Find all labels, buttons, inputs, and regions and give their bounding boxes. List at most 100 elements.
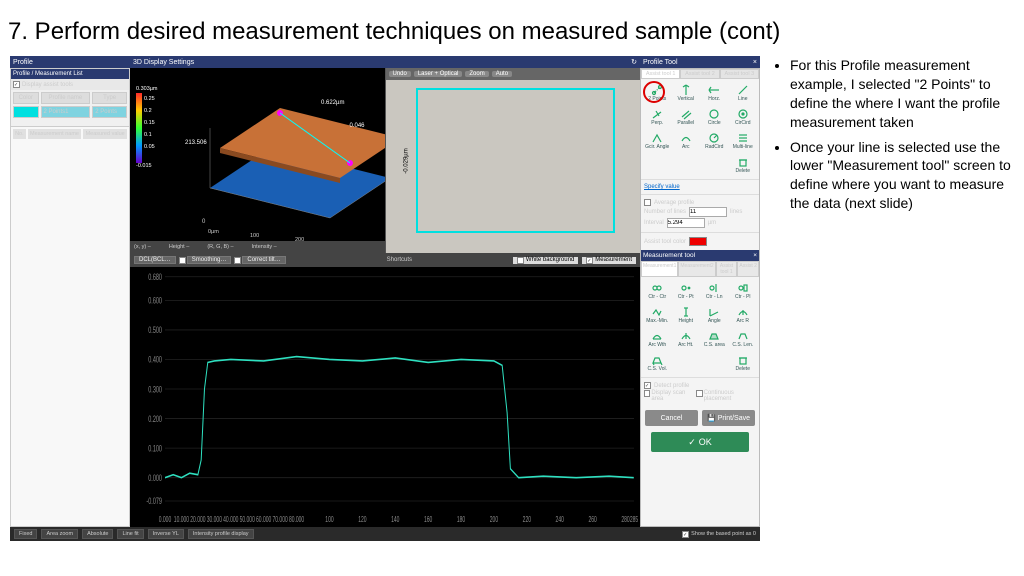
inverse-button[interactable]: Inverse YL — [148, 529, 184, 539]
display-assist-checkbox[interactable]: Display assist tools — [11, 79, 129, 90]
absolute-button[interactable]: Absolute — [82, 529, 113, 539]
tool-arc[interactable]: Arc — [673, 130, 700, 152]
svg-text:180: 180 — [457, 516, 466, 524]
viewport-image[interactable]: Undo Laser + Optical Zoom Auto -0.029µm — [385, 68, 641, 253]
tool-parallel[interactable]: Parallel — [673, 106, 700, 128]
tab-assist3[interactable]: Assist tool 3 — [720, 69, 759, 79]
display-scan-checkbox[interactable]: Display scan area — [644, 390, 693, 402]
white-bg-toggle[interactable]: White background — [526, 257, 574, 263]
settings-bar-label: 3D Display Settings — [133, 59, 194, 66]
col-type: Type — [92, 92, 127, 104]
correct-tilt-button[interactable]: Correct tilt… — [242, 256, 285, 264]
two-points-icon — [651, 84, 663, 96]
svg-text:240: 240 — [556, 516, 565, 524]
color-swatch[interactable] — [689, 237, 707, 246]
line-fit-button[interactable]: Line fit — [117, 529, 143, 539]
meas-ctrln[interactable]: Ctr - Ln — [701, 280, 728, 302]
print-save-button[interactable]: 💾 Print/Save — [702, 410, 755, 426]
specify-value-link[interactable]: Specify value — [644, 184, 756, 190]
svg-text:50.000: 50.000 — [240, 516, 255, 524]
svg-text:80.000: 80.000 — [289, 516, 304, 524]
meas-cslen[interactable]: C.S. Len. — [730, 328, 757, 350]
svg-text:160: 160 — [424, 516, 433, 524]
measurement-toggle[interactable]: Measurement — [595, 257, 632, 263]
meas-csarea[interactable]: C.S. area — [701, 328, 728, 350]
tab-assist2[interactable]: Assist tool 2 — [680, 69, 719, 79]
tool-horz[interactable]: Horz. — [701, 82, 728, 104]
status-height: Height – — [169, 244, 190, 250]
scale-max: 0.303µm — [136, 86, 152, 92]
tool-line[interactable]: Line — [730, 82, 757, 104]
meas-delete[interactable]: Delete — [730, 352, 757, 374]
meas-csvol[interactable]: C.S. Vol. — [644, 352, 671, 374]
line-icon — [737, 84, 749, 96]
dcl-button[interactable]: DCL(BCL… — [134, 256, 176, 264]
interval-input[interactable] — [667, 218, 705, 228]
profile-chart[interactable]: -0.0790.0000.1000.2000.3000.4000.5000.60… — [130, 267, 640, 527]
meas-archt[interactable]: Arc Ht. — [673, 328, 700, 350]
meas-angle[interactable]: Angle — [701, 304, 728, 326]
image-toolbar: Undo Laser + Optical Zoom Auto — [386, 68, 641, 80]
profile-rect[interactable] — [416, 88, 616, 233]
meas-arcw[interactable]: Arc Wth — [644, 328, 671, 350]
svg-text:70.000: 70.000 — [272, 516, 287, 524]
meas-ctrpl[interactable]: Ctr - Pl — [730, 280, 757, 302]
trash-icon — [737, 156, 749, 168]
continuous-placement-checkbox[interactable]: Continuous placement — [696, 390, 756, 402]
meas-maxmin[interactable]: Max.-Min. — [644, 304, 671, 326]
close-icon[interactable]: × — [753, 252, 757, 259]
svg-text:0.200: 0.200 — [148, 413, 162, 424]
tool-circird[interactable]: CirCird — [730, 106, 757, 128]
intensity-button[interactable]: Intensity profile display — [188, 529, 254, 539]
status-xy: (x, y) – — [134, 244, 151, 250]
circle-icon — [708, 108, 720, 120]
table-row[interactable]: 2 Points12 Points — [13, 106, 127, 118]
meas-height[interactable]: Height — [673, 304, 700, 326]
viewport-3d[interactable]: 0.303µm 0.25 0.2 0.15 0.1 0.05 -0.015 — [130, 68, 385, 253]
image-side-reading: -0.029µm — [403, 148, 409, 173]
nlines-input[interactable] — [689, 207, 727, 217]
svg-text:-0.079: -0.079 — [146, 496, 162, 507]
multiline-icon — [737, 132, 749, 144]
tool-vertical[interactable]: Vertical — [673, 82, 700, 104]
meas-ctrpt[interactable]: Ctr - Pt — [673, 280, 700, 302]
smoothing-button[interactable]: Smoothing… — [187, 256, 232, 264]
mode-select[interactable]: Laser + Optical — [414, 71, 463, 77]
tool-multiline[interactable]: Multi-line — [730, 130, 757, 152]
gcir-icon — [651, 132, 663, 144]
anno-1: 0.622µm — [321, 100, 344, 106]
ok-button[interactable]: ✓OK — [651, 432, 749, 452]
tool-radcird[interactable]: RadCird — [701, 130, 728, 152]
meas-arcr[interactable]: Arc R — [730, 304, 757, 326]
detect-profile-checkbox[interactable]: Detect profile — [644, 382, 756, 389]
base-point-checkbox[interactable]: Show the based point as 0 — [682, 531, 756, 538]
auto-select[interactable]: Auto — [492, 71, 512, 77]
anno-3: 213.506 — [185, 140, 207, 146]
meastab-3[interactable]: Assist tool 1 — [716, 261, 738, 277]
fixed-button[interactable]: Fixed — [14, 529, 37, 539]
tab-assist1[interactable]: Assist tool 1 — [641, 69, 680, 79]
close-icon[interactable]: × — [753, 59, 757, 66]
cancel-button[interactable]: Cancel — [645, 410, 698, 426]
app-screenshot: Profile 3D Display Settings ↻ Profile To… — [10, 56, 760, 541]
avg-profile-checkbox[interactable]: Average profile — [644, 199, 756, 206]
slide-notes: For this Profile measurement example, I … — [772, 56, 1014, 541]
tool-delete[interactable]: Delete — [730, 154, 757, 176]
meastab-4[interactable]: Assist 2 — [737, 261, 759, 277]
tool-2points[interactable]: 2 Points — [644, 82, 671, 104]
rotate-icon[interactable]: ↻ — [631, 58, 637, 66]
shortcuts-link[interactable]: Shortcuts — [387, 257, 412, 263]
profile-tool-title: Profile Tool — [643, 59, 678, 66]
tool-circle[interactable]: Circle — [701, 106, 728, 128]
tool-perp[interactable]: Perp. — [644, 106, 671, 128]
zoom-label: Zoom — [465, 71, 488, 77]
tool-gcirangle[interactable]: Gcir. Angle — [644, 130, 671, 152]
meastab-1[interactable]: Measurement1 — [641, 261, 678, 277]
undo-button[interactable]: Undo — [389, 71, 411, 77]
meas-ctrctr[interactable]: Ctr - Ctr — [644, 280, 671, 302]
vertical-icon — [680, 84, 692, 96]
arc-icon — [680, 132, 692, 144]
meastab-2[interactable]: Measurement2 — [678, 261, 715, 277]
check-icon: ✓ — [688, 437, 696, 448]
area-zoom-button[interactable]: Area zoom — [41, 529, 78, 539]
